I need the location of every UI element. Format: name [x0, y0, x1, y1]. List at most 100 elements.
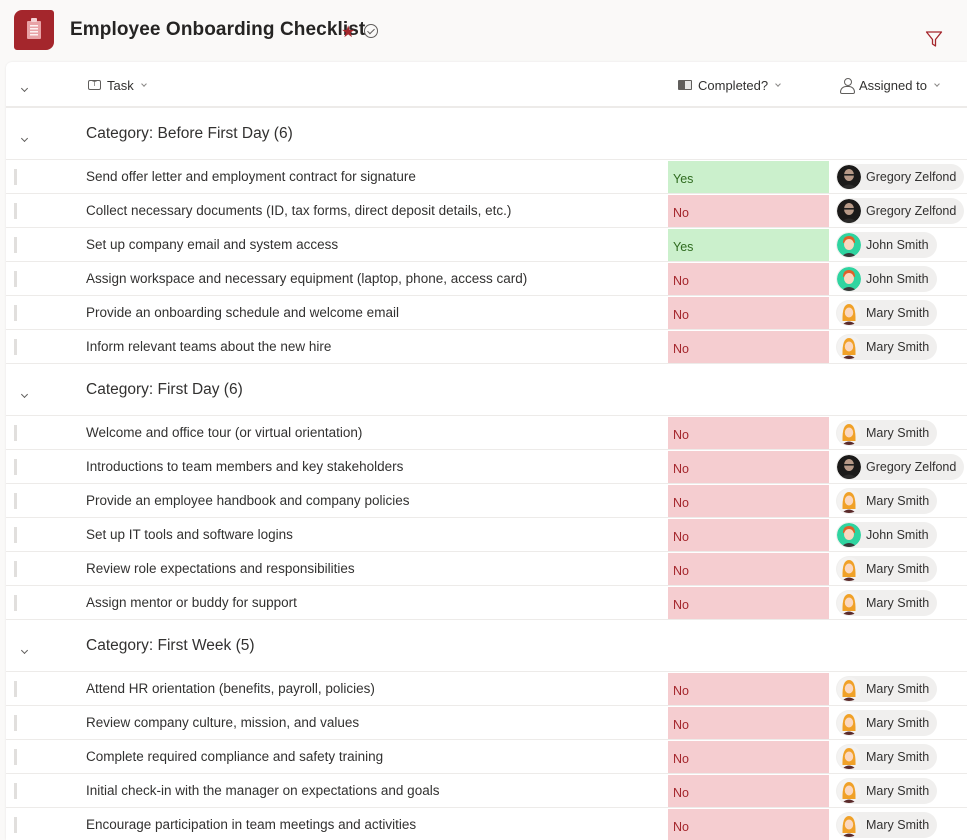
- task-title[interactable]: Attend HR orientation (benefits, payroll…: [86, 681, 375, 696]
- column-header-label: Task: [107, 77, 134, 93]
- row-select-handle[interactable]: [14, 681, 17, 697]
- collapse-all-groups-chevron-icon[interactable]: [20, 78, 34, 93]
- row-select-handle[interactable]: [14, 271, 17, 287]
- completed-status-cell[interactable]: No: [668, 519, 829, 551]
- table-row[interactable]: Assign mentor or buddy for support No Ma…: [6, 586, 967, 620]
- completed-status-cell[interactable]: No: [668, 331, 829, 363]
- table-row[interactable]: Assign workspace and necessary equipment…: [6, 262, 967, 296]
- task-title[interactable]: Initial check-in with the manager on exp…: [86, 783, 439, 798]
- row-select-handle[interactable]: [14, 749, 17, 765]
- task-title[interactable]: Review company culture, mission, and val…: [86, 715, 359, 730]
- table-row[interactable]: Complete required compliance and safety …: [6, 740, 967, 774]
- avatar-mary-smith: [837, 301, 861, 325]
- task-title[interactable]: Inform relevant teams about the new hire: [86, 339, 331, 354]
- assigned-person-pill[interactable]: Mary Smith: [836, 676, 938, 702]
- completed-status-cell[interactable]: No: [668, 809, 829, 840]
- assigned-person-pill[interactable]: Gregory Zelfond: [836, 454, 965, 480]
- row-select-handle[interactable]: [14, 817, 17, 833]
- column-header-assigned-to[interactable]: Assigned to: [840, 62, 940, 108]
- completed-status-cell[interactable]: No: [668, 707, 829, 739]
- table-row[interactable]: Encourage participation in team meetings…: [6, 808, 967, 840]
- avatar-gregory-zelfond: [837, 455, 861, 479]
- row-select-handle[interactable]: [14, 339, 17, 355]
- row-select-handle[interactable]: [14, 527, 17, 543]
- completed-status-cell[interactable]: No: [668, 195, 829, 227]
- assigned-person-pill[interactable]: John Smith: [836, 232, 937, 258]
- person-name: Gregory Zelfond: [866, 204, 957, 218]
- assigned-person-pill[interactable]: Mary Smith: [836, 744, 938, 770]
- task-title[interactable]: Provide an onboarding schedule and welco…: [86, 305, 399, 320]
- assigned-person-pill[interactable]: Mary Smith: [836, 590, 938, 616]
- completed-status-cell[interactable]: Yes: [668, 161, 829, 193]
- task-title[interactable]: Collect necessary documents (ID, tax for…: [86, 203, 511, 218]
- table-row[interactable]: Welcome and office tour (or virtual orie…: [6, 416, 967, 450]
- assigned-person-pill[interactable]: Mary Smith: [836, 556, 938, 582]
- column-header-completed[interactable]: Completed?: [678, 62, 781, 108]
- completed-status-cell[interactable]: No: [668, 553, 829, 585]
- row-select-handle[interactable]: [14, 561, 17, 577]
- row-select-handle[interactable]: [14, 203, 17, 219]
- table-row[interactable]: Set up company email and system access Y…: [6, 228, 967, 262]
- completed-status-cell[interactable]: No: [668, 263, 829, 295]
- assigned-person-pill[interactable]: John Smith: [836, 522, 937, 548]
- task-title[interactable]: Assign workspace and necessary equipment…: [86, 271, 527, 286]
- check-circle-icon[interactable]: [364, 24, 378, 38]
- assigned-person-pill[interactable]: Mary Smith: [836, 710, 938, 736]
- assigned-person-pill[interactable]: Mary Smith: [836, 334, 938, 360]
- task-title[interactable]: Encourage participation in team meetings…: [86, 817, 416, 832]
- completed-status-cell[interactable]: No: [668, 673, 829, 705]
- table-row[interactable]: Attend HR orientation (benefits, payroll…: [6, 672, 967, 706]
- task-title[interactable]: Provide an employee handbook and company…: [86, 493, 409, 508]
- table-row[interactable]: Collect necessary documents (ID, tax for…: [6, 194, 967, 228]
- task-title[interactable]: Assign mentor or buddy for support: [86, 595, 297, 610]
- assigned-person-pill[interactable]: John Smith: [836, 266, 937, 292]
- assigned-person-pill[interactable]: Gregory Zelfond: [836, 164, 965, 190]
- completed-status-cell[interactable]: No: [668, 741, 829, 773]
- table-row[interactable]: Send offer letter and employment contrac…: [6, 160, 967, 194]
- completed-status-cell[interactable]: No: [668, 297, 829, 329]
- group-header-row: Category: First Day (6): [6, 364, 967, 416]
- assigned-person-pill[interactable]: Mary Smith: [836, 778, 938, 804]
- table-row[interactable]: Set up IT tools and software logins No J…: [6, 518, 967, 552]
- row-select-handle[interactable]: [14, 493, 17, 509]
- row-select-handle[interactable]: [14, 595, 17, 611]
- completed-status-cell[interactable]: No: [668, 417, 829, 449]
- completed-status-cell[interactable]: No: [668, 775, 829, 807]
- completed-status-cell[interactable]: No: [668, 587, 829, 619]
- filter-icon[interactable]: [925, 30, 943, 48]
- collapse-group-chevron-icon[interactable]: [20, 128, 34, 143]
- completed-status-cell[interactable]: No: [668, 485, 829, 517]
- task-title[interactable]: Review role expectations and responsibil…: [86, 561, 355, 576]
- table-row[interactable]: Initial check-in with the manager on exp…: [6, 774, 967, 808]
- table-row[interactable]: Inform relevant teams about the new hire…: [6, 330, 967, 364]
- star-icon[interactable]: ★: [341, 22, 355, 42]
- row-select-handle[interactable]: [14, 169, 17, 185]
- completed-status-cell[interactable]: No: [668, 451, 829, 483]
- task-title[interactable]: Set up IT tools and software logins: [86, 527, 293, 542]
- assigned-person-pill[interactable]: Mary Smith: [836, 420, 938, 446]
- table-row[interactable]: Provide an employee handbook and company…: [6, 484, 967, 518]
- assigned-person-pill[interactable]: Mary Smith: [836, 488, 938, 514]
- row-select-handle[interactable]: [14, 783, 17, 799]
- table-row[interactable]: Review role expectations and responsibil…: [6, 552, 967, 586]
- task-title[interactable]: Send offer letter and employment contrac…: [86, 169, 416, 184]
- table-row[interactable]: Review company culture, mission, and val…: [6, 706, 967, 740]
- task-title[interactable]: Set up company email and system access: [86, 237, 338, 252]
- row-select-handle[interactable]: [14, 715, 17, 731]
- row-select-handle[interactable]: [14, 459, 17, 475]
- row-select-handle[interactable]: [14, 425, 17, 441]
- task-title[interactable]: Complete required compliance and safety …: [86, 749, 383, 764]
- completed-status-cell[interactable]: Yes: [668, 229, 829, 261]
- table-row[interactable]: Provide an onboarding schedule and welco…: [6, 296, 967, 330]
- column-header-task[interactable]: T Task: [88, 62, 147, 108]
- task-title[interactable]: Introductions to team members and key st…: [86, 459, 403, 474]
- assigned-person-pill[interactable]: Mary Smith: [836, 300, 938, 326]
- assigned-person-pill[interactable]: Gregory Zelfond: [836, 198, 965, 224]
- task-title[interactable]: Welcome and office tour (or virtual orie…: [86, 425, 362, 440]
- collapse-group-chevron-icon[interactable]: [20, 640, 34, 655]
- row-select-handle[interactable]: [14, 237, 17, 253]
- row-select-handle[interactable]: [14, 305, 17, 321]
- table-row[interactable]: Introductions to team members and key st…: [6, 450, 967, 484]
- assigned-person-pill[interactable]: Mary Smith: [836, 812, 938, 838]
- collapse-group-chevron-icon[interactable]: [20, 384, 34, 399]
